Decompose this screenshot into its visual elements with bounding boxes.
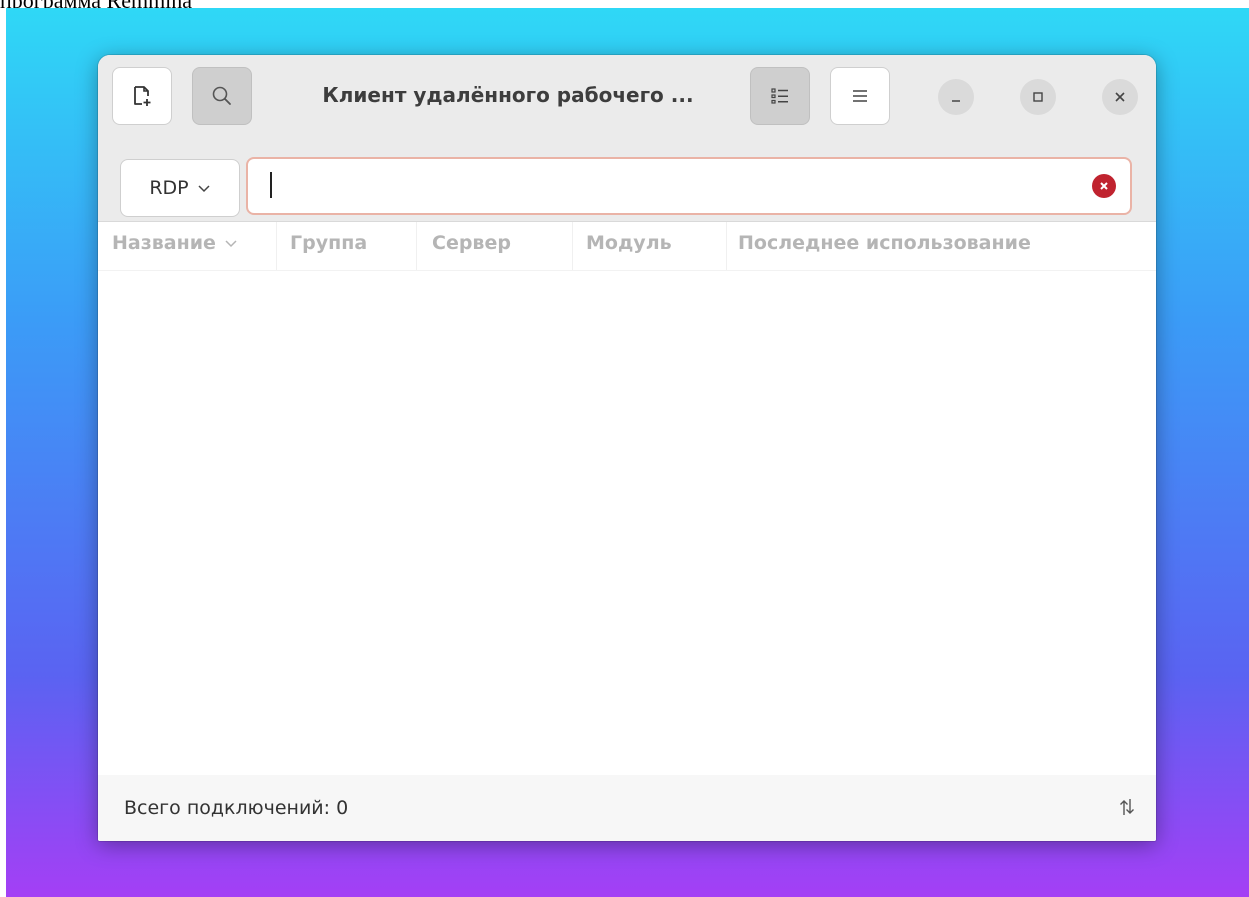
search-toggle-button[interactable] [192, 67, 252, 125]
connection-list[interactable] [98, 271, 1156, 775]
column-separator [276, 222, 277, 270]
column-separator [572, 222, 573, 270]
column-header-label: Модуль [586, 232, 672, 254]
column-header-label: Группа [290, 232, 368, 254]
column-header-row: Название Группа Сервер Модуль Последнее … [98, 222, 1156, 271]
minimize-button[interactable] [938, 79, 974, 115]
search-field[interactable] [246, 157, 1132, 215]
text-caret [270, 172, 272, 198]
chevron-down-icon [198, 185, 210, 193]
maximize-button[interactable] [1020, 79, 1056, 115]
column-header-server[interactable]: Сервер [432, 232, 511, 254]
close-button[interactable] [1102, 79, 1138, 115]
search-input[interactable] [268, 169, 1072, 205]
column-separator [416, 222, 417, 270]
column-header-group[interactable]: Группа [290, 232, 367, 254]
header-bar: Клиент удалённого рабочего ... [98, 55, 1156, 146]
desktop-background: Клиент удалённого рабочего ... RDP Назва… [6, 8, 1249, 897]
column-header-last-used[interactable]: Последнее использование [738, 232, 1031, 254]
connection-count: Всего подключений: 0 [124, 797, 349, 819]
minimize-icon [952, 100, 960, 102]
protocol-dropdown[interactable]: RDP [120, 159, 240, 217]
remmina-window: Клиент удалённого рабочего ... RDP Назва… [98, 55, 1156, 841]
list-view-icon [771, 88, 788, 104]
column-header-label: Последнее использование [738, 232, 1031, 254]
hamburger-menu-icon [853, 90, 867, 102]
sync-arrows-icon[interactable] [1116, 795, 1138, 819]
close-icon [1115, 92, 1125, 102]
main-menu-button[interactable] [830, 67, 890, 125]
clear-search-button[interactable] [1092, 174, 1116, 198]
column-header-label: Название [112, 232, 216, 254]
protocol-label: RDP [149, 177, 189, 199]
status-bar: Всего подключений: 0 [98, 775, 1156, 841]
view-mode-button[interactable] [750, 67, 810, 125]
sort-chevron-icon [225, 240, 237, 248]
new-file-icon [134, 86, 151, 106]
column-separator [726, 222, 727, 270]
column-header-name[interactable]: Название [112, 232, 238, 254]
column-header-module[interactable]: Модуль [586, 232, 672, 254]
window-title: Клиент удалённого рабочего ... [322, 83, 694, 107]
search-icon [212, 86, 231, 105]
search-bar: RDP [98, 145, 1156, 222]
new-connection-button[interactable] [112, 67, 172, 125]
column-header-label: Сервер [432, 232, 511, 254]
maximize-icon [1033, 92, 1043, 102]
clear-icon [1100, 182, 1108, 190]
